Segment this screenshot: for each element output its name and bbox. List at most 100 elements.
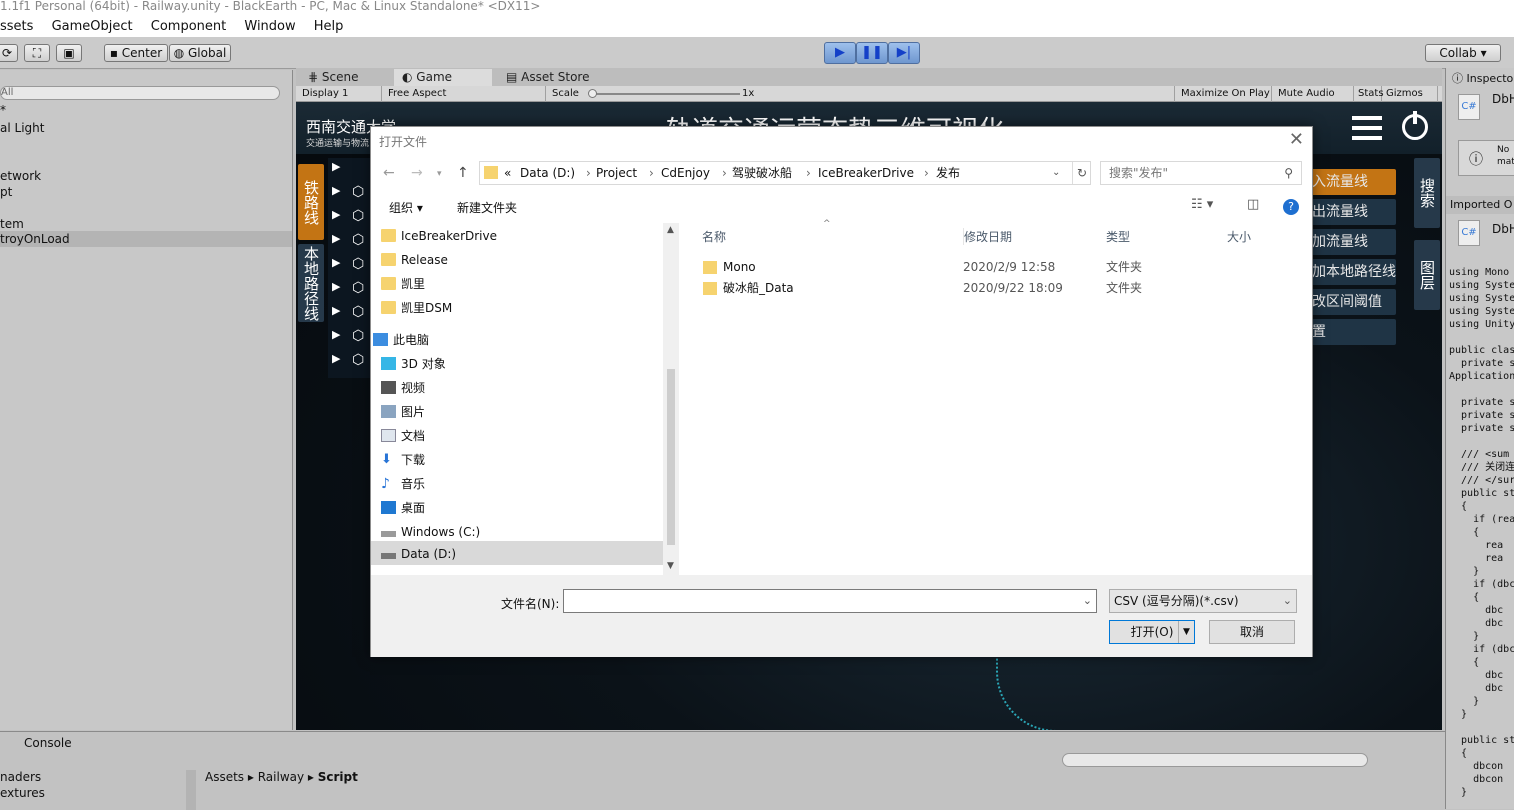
gizmos-toggle[interactable]: Gizmos (1382, 86, 1438, 102)
button-settings[interactable]: 置 (1308, 319, 1396, 345)
nav-scrollbar[interactable]: ▲ ▼ (663, 223, 679, 575)
aspect-select[interactable]: Free Aspect (382, 86, 546, 102)
address-dropdown-icon[interactable]: ⌄ (1052, 162, 1060, 184)
path-overflow[interactable]: « (504, 162, 511, 184)
file-row[interactable]: 破冰船_Data 2020/9/22 18:09 文件夹 (703, 278, 1142, 298)
breadcrumb-assets[interactable]: Assets (205, 770, 244, 784)
expand-icon[interactable]: ▶ (332, 184, 344, 198)
expand-icon[interactable]: ▶ (332, 352, 344, 366)
path-segment[interactable]: Project (596, 162, 637, 184)
pivot-global-button[interactable]: ◍ Global (169, 44, 231, 62)
pause-icon[interactable]: ❚❚ (856, 42, 888, 64)
display-select[interactable]: Display 1 (296, 86, 382, 102)
expand-icon[interactable]: ▶ (332, 328, 344, 342)
mute-audio-toggle[interactable]: Mute Audio (1272, 86, 1354, 102)
nav-item[interactable]: 文档 (381, 425, 425, 447)
hierarchy-row[interactable]: etwork (0, 168, 41, 184)
nav-item[interactable]: Windows (C:) (381, 521, 480, 543)
project-folder[interactable]: naders (0, 770, 41, 784)
project-folder[interactable]: extures (0, 786, 45, 800)
menu-help[interactable]: Help (314, 17, 344, 37)
address-bar[interactable]: « Data (D:) › Project › CdEnjoy › 驾驶破冰船 … (479, 161, 1091, 185)
transform-tool-icon[interactable]: ▣ (56, 44, 82, 62)
nav-item[interactable]: 桌面 (381, 497, 425, 519)
open-button[interactable]: 打开(O) ▼ (1109, 620, 1195, 644)
tab-asset-store[interactable]: ▤ Asset Store (498, 69, 618, 86)
button-add-local-paths[interactable]: 加本地路径线 (1308, 259, 1396, 285)
recent-dropdown-icon[interactable]: ▾ (437, 169, 442, 179)
filename-input[interactable]: ⌄ (563, 589, 1097, 613)
expand-icon[interactable]: ▶ (332, 208, 344, 222)
view-options-icon[interactable]: ☷ ▾ (1191, 197, 1213, 212)
button-outflow-lines[interactable]: 出流量线 (1308, 199, 1396, 225)
scrollbar-thumb[interactable] (667, 369, 675, 545)
breadcrumb-railway[interactable]: Railway (258, 770, 304, 784)
organize-button[interactable]: 组织 ▾ (389, 199, 423, 216)
power-icon[interactable] (1402, 111, 1428, 140)
nav-item[interactable]: 凯里 (381, 273, 425, 295)
expand-icon[interactable]: ▶ (332, 280, 344, 294)
menu-gameobject[interactable]: GameObject (52, 17, 133, 37)
button-add-flow-lines[interactable]: 加流量线 (1308, 229, 1396, 255)
nav-item[interactable]: ♪ 音乐 (381, 473, 425, 495)
path-segment[interactable]: 驾驶破冰船 (732, 162, 792, 184)
hierarchy-search-input[interactable]: All (0, 86, 280, 100)
column-name[interactable]: 名称 (702, 228, 726, 245)
expand-icon[interactable]: ▶ (332, 304, 344, 318)
rotate-tool-icon[interactable]: ⟳ (0, 44, 18, 62)
button-inflow-lines[interactable]: 入流量线 (1308, 169, 1396, 195)
chevron-down-icon[interactable]: ⌄ (1083, 590, 1092, 612)
nav-item[interactable]: 图片 (381, 401, 425, 423)
play-icon[interactable]: ▶ (824, 42, 856, 64)
tab-railway-lines[interactable]: 铁路线 (298, 164, 324, 240)
pivot-center-button[interactable]: ▪ Center (104, 44, 168, 62)
up-icon[interactable]: ↑ (457, 165, 469, 181)
hierarchy-row-selected[interactable]: troyOnLoad (0, 231, 292, 247)
menu-assets[interactable]: ssets (0, 17, 33, 37)
tab-console[interactable]: Console (0, 734, 230, 752)
chevron-up-icon[interactable]: ▲ (667, 225, 674, 235)
cancel-button[interactable]: 取消 (1209, 620, 1295, 644)
back-icon[interactable]: ← (383, 165, 395, 181)
button-edit-threshold[interactable]: 改区间阈值 (1308, 289, 1396, 315)
forward-icon[interactable]: → (411, 165, 423, 181)
column-modified[interactable]: 修改日期 (963, 228, 1012, 245)
open-dropdown-icon[interactable]: ▼ (1178, 621, 1194, 643)
scale-slider[interactable]: Scale 1x (546, 86, 1176, 102)
nav-item-this-pc[interactable]: 此电脑 (373, 329, 429, 351)
hierarchy-row[interactable]: pt (0, 184, 12, 200)
stats-toggle[interactable]: Stats (1354, 86, 1384, 102)
path-segment[interactable]: 发布 (936, 162, 960, 184)
expand-icon[interactable]: ▶ (332, 232, 344, 246)
collab-button[interactable]: Collab ▾ (1425, 44, 1501, 62)
hierarchy-row[interactable]: * (0, 102, 6, 118)
menu-icon[interactable] (1352, 116, 1382, 142)
menu-component[interactable]: Component (151, 17, 226, 37)
nav-item[interactable]: 3D 对象 (381, 353, 446, 375)
column-type[interactable]: 类型 (1106, 228, 1130, 245)
hierarchy-row[interactable]: tem (0, 216, 24, 232)
tab-search[interactable]: 搜索 (1414, 158, 1440, 228)
tab-local-paths[interactable]: 本地路径线 (298, 244, 324, 322)
expand-icon[interactable]: ▶ (332, 160, 344, 174)
help-icon[interactable]: ? (1283, 199, 1299, 215)
search-input[interactable]: 搜索"发布" ⚲ (1100, 161, 1302, 185)
refresh-icon[interactable]: ↻ (1072, 162, 1087, 184)
path-segment[interactable]: IceBreakerDrive (818, 162, 914, 184)
filetype-select[interactable]: CSV (逗号分隔)(*.csv) ⌄ (1109, 589, 1297, 613)
file-row[interactable]: Mono 2020/2/9 12:58 文件夹 (703, 257, 1142, 277)
column-size[interactable]: 大小 (1227, 228, 1251, 245)
tab-game[interactable]: ◐ Game (394, 69, 492, 86)
tab-scene[interactable]: ⋕ Scene (300, 69, 392, 86)
nav-item[interactable]: Release (381, 249, 448, 271)
breadcrumb-script[interactable]: Script (318, 770, 358, 784)
rect-tool-icon[interactable]: ⛶ (24, 44, 50, 62)
nav-item[interactable]: IceBreakerDrive (381, 225, 497, 247)
path-segment[interactable]: Data (D:) (520, 162, 575, 184)
nav-item[interactable]: 凯里DSM (381, 297, 452, 319)
step-icon[interactable]: ▶| (888, 42, 920, 64)
preview-pane-icon[interactable]: ◫ (1247, 197, 1259, 212)
maximize-on-play-toggle[interactable]: Maximize On Play (1174, 86, 1272, 102)
tab-layers[interactable]: 图层 (1414, 240, 1440, 310)
scale-thumb[interactable] (588, 89, 597, 98)
